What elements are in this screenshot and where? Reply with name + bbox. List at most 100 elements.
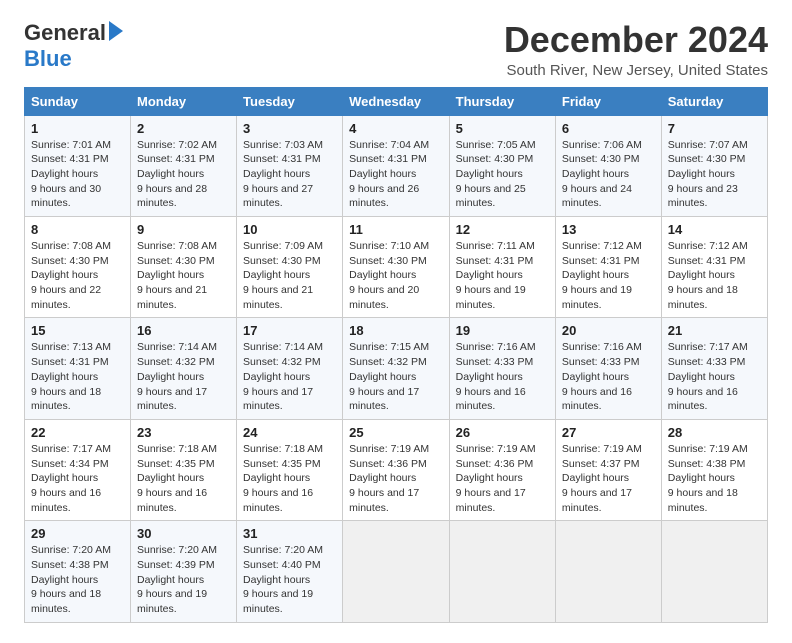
col-header-saturday: Saturday xyxy=(661,87,767,115)
col-header-sunday: Sunday xyxy=(25,87,131,115)
day-number: 30 xyxy=(137,526,230,541)
day-info: Sunrise: 7:08 AM Sunset: 4:30 PM Dayligh… xyxy=(137,239,230,312)
day-info: Sunrise: 7:06 AM Sunset: 4:30 PM Dayligh… xyxy=(562,138,655,211)
calendar-cell: 15 Sunrise: 7:13 AM Sunset: 4:31 PM Dayl… xyxy=(25,318,131,419)
day-number: 5 xyxy=(456,121,549,136)
calendar-week-row: 15 Sunrise: 7:13 AM Sunset: 4:31 PM Dayl… xyxy=(25,318,768,419)
day-number: 28 xyxy=(668,425,761,440)
day-info: Sunrise: 7:02 AM Sunset: 4:31 PM Dayligh… xyxy=(137,138,230,211)
calendar-week-row: 8 Sunrise: 7:08 AM Sunset: 4:30 PM Dayli… xyxy=(25,217,768,318)
calendar-cell: 17 Sunrise: 7:14 AM Sunset: 4:32 PM Dayl… xyxy=(237,318,343,419)
header: General Blue December 2024 South River, … xyxy=(24,20,768,79)
day-number: 10 xyxy=(243,222,336,237)
calendar-cell: 8 Sunrise: 7:08 AM Sunset: 4:30 PM Dayli… xyxy=(25,217,131,318)
title-area: December 2024 South River, New Jersey, U… xyxy=(504,20,768,79)
calendar-cell: 12 Sunrise: 7:11 AM Sunset: 4:31 PM Dayl… xyxy=(449,217,555,318)
day-number: 25 xyxy=(349,425,443,440)
day-info: Sunrise: 7:04 AM Sunset: 4:31 PM Dayligh… xyxy=(349,138,443,211)
day-info: Sunrise: 7:14 AM Sunset: 4:32 PM Dayligh… xyxy=(137,340,230,413)
calendar-cell: 30 Sunrise: 7:20 AM Sunset: 4:39 PM Dayl… xyxy=(131,521,237,622)
day-info: Sunrise: 7:20 AM Sunset: 4:38 PM Dayligh… xyxy=(31,543,124,616)
day-info: Sunrise: 7:19 AM Sunset: 4:36 PM Dayligh… xyxy=(349,442,443,515)
day-number: 19 xyxy=(456,323,549,338)
day-info: Sunrise: 7:09 AM Sunset: 4:30 PM Dayligh… xyxy=(243,239,336,312)
calendar-week-row: 1 Sunrise: 7:01 AM Sunset: 4:31 PM Dayli… xyxy=(25,115,768,216)
col-header-friday: Friday xyxy=(555,87,661,115)
day-number: 31 xyxy=(243,526,336,541)
calendar-cell: 1 Sunrise: 7:01 AM Sunset: 4:31 PM Dayli… xyxy=(25,115,131,216)
calendar-cell xyxy=(661,521,767,622)
day-number: 23 xyxy=(137,425,230,440)
calendar-cell: 18 Sunrise: 7:15 AM Sunset: 4:32 PM Dayl… xyxy=(343,318,450,419)
calendar-cell: 5 Sunrise: 7:05 AM Sunset: 4:30 PM Dayli… xyxy=(449,115,555,216)
day-info: Sunrise: 7:08 AM Sunset: 4:30 PM Dayligh… xyxy=(31,239,124,312)
day-info: Sunrise: 7:15 AM Sunset: 4:32 PM Dayligh… xyxy=(349,340,443,413)
day-info: Sunrise: 7:19 AM Sunset: 4:37 PM Dayligh… xyxy=(562,442,655,515)
day-number: 15 xyxy=(31,323,124,338)
day-number: 3 xyxy=(243,121,336,136)
day-number: 16 xyxy=(137,323,230,338)
calendar-cell: 27 Sunrise: 7:19 AM Sunset: 4:37 PM Dayl… xyxy=(555,419,661,520)
day-number: 12 xyxy=(456,222,549,237)
location: South River, New Jersey, United States xyxy=(504,62,768,79)
calendar-cell: 6 Sunrise: 7:06 AM Sunset: 4:30 PM Dayli… xyxy=(555,115,661,216)
calendar-cell xyxy=(555,521,661,622)
day-number: 29 xyxy=(31,526,124,541)
day-info: Sunrise: 7:20 AM Sunset: 4:39 PM Dayligh… xyxy=(137,543,230,616)
day-number: 1 xyxy=(31,121,124,136)
calendar-cell: 19 Sunrise: 7:16 AM Sunset: 4:33 PM Dayl… xyxy=(449,318,555,419)
day-number: 17 xyxy=(243,323,336,338)
day-number: 9 xyxy=(137,222,230,237)
month-title: December 2024 xyxy=(504,20,768,60)
day-number: 21 xyxy=(668,323,761,338)
calendar-cell: 31 Sunrise: 7:20 AM Sunset: 4:40 PM Dayl… xyxy=(237,521,343,622)
calendar-week-row: 22 Sunrise: 7:17 AM Sunset: 4:34 PM Dayl… xyxy=(25,419,768,520)
day-info: Sunrise: 7:03 AM Sunset: 4:31 PM Dayligh… xyxy=(243,138,336,211)
day-number: 13 xyxy=(562,222,655,237)
calendar-cell: 3 Sunrise: 7:03 AM Sunset: 4:31 PM Dayli… xyxy=(237,115,343,216)
day-info: Sunrise: 7:12 AM Sunset: 4:31 PM Dayligh… xyxy=(562,239,655,312)
day-info: Sunrise: 7:12 AM Sunset: 4:31 PM Dayligh… xyxy=(668,239,761,312)
calendar-cell: 11 Sunrise: 7:10 AM Sunset: 4:30 PM Dayl… xyxy=(343,217,450,318)
day-number: 6 xyxy=(562,121,655,136)
calendar-cell: 26 Sunrise: 7:19 AM Sunset: 4:36 PM Dayl… xyxy=(449,419,555,520)
day-number: 18 xyxy=(349,323,443,338)
calendar-cell: 24 Sunrise: 7:18 AM Sunset: 4:35 PM Dayl… xyxy=(237,419,343,520)
calendar-cell: 10 Sunrise: 7:09 AM Sunset: 4:30 PM Dayl… xyxy=(237,217,343,318)
day-info: Sunrise: 7:18 AM Sunset: 4:35 PM Dayligh… xyxy=(137,442,230,515)
day-info: Sunrise: 7:20 AM Sunset: 4:40 PM Dayligh… xyxy=(243,543,336,616)
calendar-cell: 25 Sunrise: 7:19 AM Sunset: 4:36 PM Dayl… xyxy=(343,419,450,520)
day-number: 27 xyxy=(562,425,655,440)
day-number: 14 xyxy=(668,222,761,237)
col-header-monday: Monday xyxy=(131,87,237,115)
day-info: Sunrise: 7:13 AM Sunset: 4:31 PM Dayligh… xyxy=(31,340,124,413)
calendar-cell xyxy=(343,521,450,622)
day-info: Sunrise: 7:10 AM Sunset: 4:30 PM Dayligh… xyxy=(349,239,443,312)
calendar-cell: 23 Sunrise: 7:18 AM Sunset: 4:35 PM Dayl… xyxy=(131,419,237,520)
calendar-cell: 13 Sunrise: 7:12 AM Sunset: 4:31 PM Dayl… xyxy=(555,217,661,318)
day-info: Sunrise: 7:19 AM Sunset: 4:36 PM Dayligh… xyxy=(456,442,549,515)
day-number: 11 xyxy=(349,222,443,237)
day-info: Sunrise: 7:14 AM Sunset: 4:32 PM Dayligh… xyxy=(243,340,336,413)
day-number: 24 xyxy=(243,425,336,440)
day-number: 22 xyxy=(31,425,124,440)
calendar-cell xyxy=(449,521,555,622)
calendar-cell: 29 Sunrise: 7:20 AM Sunset: 4:38 PM Dayl… xyxy=(25,521,131,622)
logo-arrow-icon xyxy=(109,21,123,41)
day-number: 8 xyxy=(31,222,124,237)
calendar-cell: 9 Sunrise: 7:08 AM Sunset: 4:30 PM Dayli… xyxy=(131,217,237,318)
logo-blue-text: Blue xyxy=(24,46,72,72)
day-info: Sunrise: 7:18 AM Sunset: 4:35 PM Dayligh… xyxy=(243,442,336,515)
calendar-cell: 22 Sunrise: 7:17 AM Sunset: 4:34 PM Dayl… xyxy=(25,419,131,520)
day-info: Sunrise: 7:17 AM Sunset: 4:33 PM Dayligh… xyxy=(668,340,761,413)
day-info: Sunrise: 7:17 AM Sunset: 4:34 PM Dayligh… xyxy=(31,442,124,515)
calendar-cell: 14 Sunrise: 7:12 AM Sunset: 4:31 PM Dayl… xyxy=(661,217,767,318)
col-header-tuesday: Tuesday xyxy=(237,87,343,115)
day-info: Sunrise: 7:16 AM Sunset: 4:33 PM Dayligh… xyxy=(562,340,655,413)
day-info: Sunrise: 7:19 AM Sunset: 4:38 PM Dayligh… xyxy=(668,442,761,515)
logo: General Blue xyxy=(24,20,123,72)
calendar-cell: 21 Sunrise: 7:17 AM Sunset: 4:33 PM Dayl… xyxy=(661,318,767,419)
day-number: 20 xyxy=(562,323,655,338)
logo-general-text: General xyxy=(24,20,106,46)
day-info: Sunrise: 7:07 AM Sunset: 4:30 PM Dayligh… xyxy=(668,138,761,211)
